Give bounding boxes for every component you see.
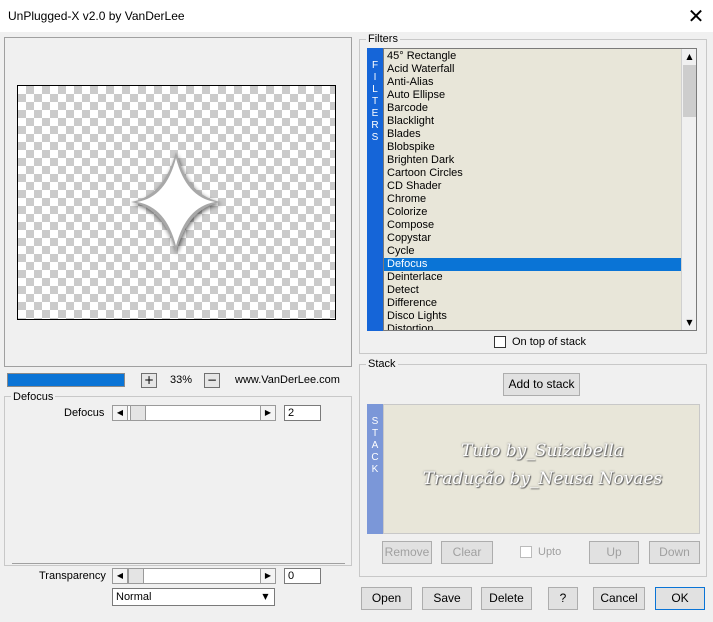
on-top-checkbox[interactable]	[494, 336, 506, 348]
remove-button[interactable]: Remove	[382, 541, 432, 564]
filter-item[interactable]: Difference	[384, 297, 681, 310]
band-letter: A	[371, 440, 379, 451]
defocus-slider-thumb[interactable]	[130, 405, 146, 421]
band-letter: T	[371, 96, 379, 107]
save-button[interactable]: Save	[422, 587, 472, 610]
star-shape-preview	[131, 152, 221, 252]
progress-fill	[8, 374, 124, 386]
filter-item[interactable]: Chrome	[384, 193, 681, 206]
website-link[interactable]: www.VanDerLee.com	[235, 374, 340, 386]
zoom-in-button[interactable]: +	[141, 373, 157, 388]
upto-checkbox[interactable]	[520, 546, 532, 558]
up-button[interactable]: Up	[589, 541, 639, 564]
transparency-slider-track[interactable]	[128, 568, 260, 584]
blend-mode-value: Normal	[116, 591, 152, 603]
help-button[interactable]: ?	[548, 587, 578, 610]
delete-button[interactable]: Delete	[481, 587, 532, 610]
defocus-slider-left-icon[interactable]: ◀	[112, 405, 128, 421]
close-icon[interactable]: ✕	[680, 2, 712, 30]
blend-mode-select[interactable]: Normal ▼	[112, 588, 275, 606]
band-letter: F	[371, 60, 379, 71]
band-letter: C	[371, 452, 379, 463]
add-to-stack-button[interactable]: Add to stack	[503, 373, 580, 396]
upto-label: Upto	[538, 546, 562, 558]
band-letter: S	[371, 416, 379, 427]
filter-item[interactable]: Disco Lights	[384, 310, 681, 323]
cancel-button[interactable]: Cancel	[593, 587, 645, 610]
filters-group-label: Filters	[366, 33, 400, 45]
band-letter: L	[372, 84, 378, 95]
filter-item[interactable]: Blades	[384, 128, 681, 141]
down-button[interactable]: Down	[649, 541, 700, 564]
filter-item[interactable]: Auto Ellipse	[384, 89, 681, 102]
defocus-group	[4, 396, 352, 566]
defocus-param-label: Defocus	[64, 407, 105, 419]
zoom-level: 33%	[170, 374, 193, 386]
filter-item[interactable]: Brighten Dark	[384, 154, 681, 167]
band-letter: T	[371, 428, 379, 439]
filter-item[interactable]: Detect	[384, 284, 681, 297]
band-letter: K	[371, 464, 379, 475]
transparency-slider-left-icon[interactable]: ◀	[112, 568, 128, 584]
filter-item[interactable]: Blobspike	[384, 141, 681, 154]
transparency-label: Transparency	[39, 570, 106, 582]
open-button[interactable]: Open	[361, 587, 412, 610]
watermark-line-2: Tradução by_Neusa Novaes	[422, 469, 663, 489]
band-letter: I	[373, 72, 377, 83]
clear-button[interactable]: Clear	[441, 541, 493, 564]
transparency-slider-right-icon[interactable]: ▶	[260, 568, 276, 584]
defocus-slider-track[interactable]	[128, 405, 260, 421]
divider	[12, 563, 345, 564]
band-letter: R	[371, 120, 379, 131]
filters-band: FILTERS	[367, 48, 383, 331]
filters-list[interactable]: 45° Rectangle Acid Waterfall Anti-Alias Aut…	[383, 48, 697, 331]
filter-item[interactable]: Blacklight	[384, 115, 681, 128]
chevron-down-icon[interactable]: ▼	[258, 590, 273, 604]
stack-list[interactable]: Tuto by_Suizabella Tradução by_Neusa Nov…	[383, 404, 700, 534]
scroll-up-icon[interactable]: ▲	[682, 49, 696, 64]
transparency-slider-thumb[interactable]	[128, 568, 144, 584]
filter-item[interactable]: Distortion	[384, 323, 681, 330]
defocus-value-field[interactable]: 2	[284, 405, 321, 421]
filter-item[interactable]: Acid Waterfall	[384, 63, 681, 76]
filter-item[interactable]: 45° Rectangle	[384, 50, 681, 63]
filter-item[interactable]: Cartoon Circles	[384, 167, 681, 180]
window-title: UnPlugged-X v2.0 by VanDerLee	[8, 9, 185, 23]
scroll-down-icon[interactable]: ▼	[682, 315, 696, 330]
transparency-value-field[interactable]: 0	[284, 568, 321, 584]
filter-item[interactable]: Cycle	[384, 245, 681, 258]
ok-button[interactable]: OK	[655, 587, 705, 610]
stack-band: STACK	[367, 404, 383, 534]
band-letter: S	[371, 132, 379, 143]
watermark-line-1: Tuto by_Suizabella	[461, 441, 624, 461]
defocus-slider-right-icon[interactable]: ▶	[260, 405, 276, 421]
progress-bar	[7, 373, 125, 387]
filter-item[interactable]: CD Shader	[384, 180, 681, 193]
band-letter: E	[371, 108, 379, 119]
filter-item[interactable]: Anti-Alias	[384, 76, 681, 89]
filter-item[interactable]: Barcode	[384, 102, 681, 115]
filter-item[interactable]: Defocus	[384, 258, 681, 271]
on-top-label: On top of stack	[512, 336, 586, 348]
filters-scrollbar[interactable]: ▲ ▼	[681, 49, 696, 330]
defocus-group-label: Defocus	[11, 391, 56, 403]
filter-item[interactable]: Compose	[384, 219, 681, 232]
preview-canvas[interactable]	[17, 85, 336, 320]
filter-item[interactable]: Copystar	[384, 232, 681, 245]
scrollbar-thumb[interactable]	[683, 65, 696, 117]
filter-item[interactable]: Deinterlace	[384, 271, 681, 284]
zoom-out-button[interactable]: −	[204, 373, 220, 388]
filter-item[interactable]: Colorize	[384, 206, 681, 219]
stack-group-label: Stack	[366, 358, 398, 370]
